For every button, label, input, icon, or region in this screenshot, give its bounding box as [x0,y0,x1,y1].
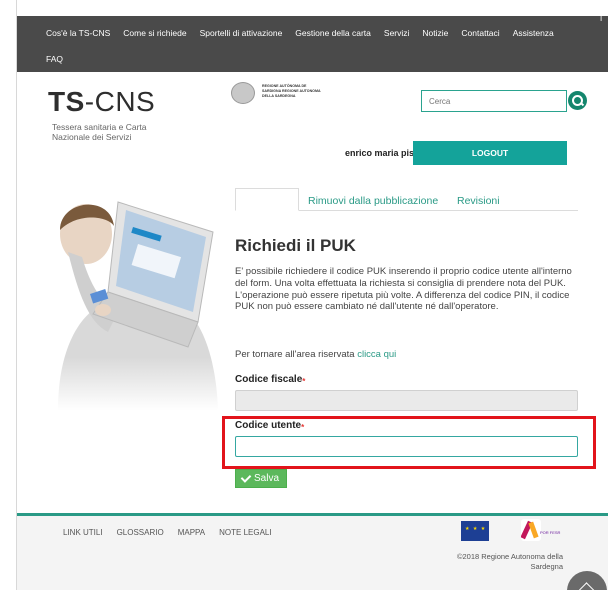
logo-bold: TS [48,86,85,117]
save-label: Salva [253,473,279,484]
search-icon[interactable] [568,91,587,110]
codice-fiscale-label-text: Codice fiscale [235,374,303,385]
site-subtitle: Tessera sanitaria e Carta Nazionale dei … [52,122,147,142]
clipped-nav-glyph: I [600,14,603,23]
footer-link-glossario[interactable]: GLOSSARIO [117,528,164,537]
page-title: Richiedi il PUK [235,236,356,255]
logged-user-name: enrico maria pisu [345,148,420,158]
nav-item-faq[interactable]: FAQ [46,54,63,64]
nav-item-notizie[interactable]: Notizie [422,28,448,38]
copyright-text: ©2018 Regione Autonoma della Sardegna [456,552,563,571]
tab-rimuovi-pubblicazione[interactable]: Rimuovi dalla pubblicazione [308,195,438,207]
nav-item-cose-la-ts-cns[interactable]: Cos'è la TS-CNS [46,28,110,38]
codice-fiscale-field[interactable] [235,390,578,411]
top-navigation: Cos'è la TS-CNS Come si richiede Sportel… [16,16,608,72]
por-fesr-logo-icon [521,519,541,541]
back-link[interactable]: clicca qui [357,349,396,360]
codice-fiscale-label: Codice fiscale* [235,374,306,386]
back-to-area-line: Per tornare all'area riservata clicca qu… [235,349,396,360]
nav-item-gestione-carta[interactable]: Gestione della carta [295,28,371,38]
page: Cos'è la TS-CNS Come si richiede Sportel… [0,0,608,590]
intro-paragraph: E' possibile richiedere il codice PUK in… [235,266,572,313]
tab-active[interactable] [235,188,299,211]
nav-item-come-si-richiede[interactable]: Come si richiede [123,28,186,38]
save-button[interactable]: Salva [235,469,287,488]
region-crest-icon [231,82,255,104]
region-logo-text: REGIONE AUTÒNOMA DE SARDIGNA REGIONE AUT… [262,84,321,98]
footer-links: LINK UTILI GLOSSARIO MAPPA NOTE LEGALI [63,528,272,537]
nav-item-sportelli[interactable]: Sportelli di attivazione [200,28,283,38]
nav-item-contattaci[interactable]: Contattaci [461,28,499,38]
nav-item-servizi[interactable]: Servizi [384,28,410,38]
tab-revisioni[interactable]: Revisioni [457,195,500,207]
logout-button[interactable]: LOGOUT [413,141,567,165]
back-text: Per tornare all'area riservata [235,349,355,360]
logo-rest: -CNS [84,86,156,117]
nav-row: Cos'è la TS-CNS Come si richiede Sportel… [16,16,608,50]
site-logo[interactable]: TS-CNS [48,86,155,118]
nav-item-assistenza[interactable]: Assistenza [513,28,554,38]
search-input[interactable] [421,90,567,112]
check-icon [240,471,252,483]
laptop-user-illustration [48,201,223,410]
footer-link-link-utili[interactable]: LINK UTILI [63,528,103,537]
eu-flag-icon [461,521,489,541]
por-fesr-logo-text: POR FESR [540,530,561,535]
highlight-annotation-box [222,416,596,469]
required-mark: * [302,377,306,386]
footer-link-mappa[interactable]: MAPPA [178,528,205,537]
footer-link-note-legali[interactable]: NOTE LEGALI [219,528,271,537]
